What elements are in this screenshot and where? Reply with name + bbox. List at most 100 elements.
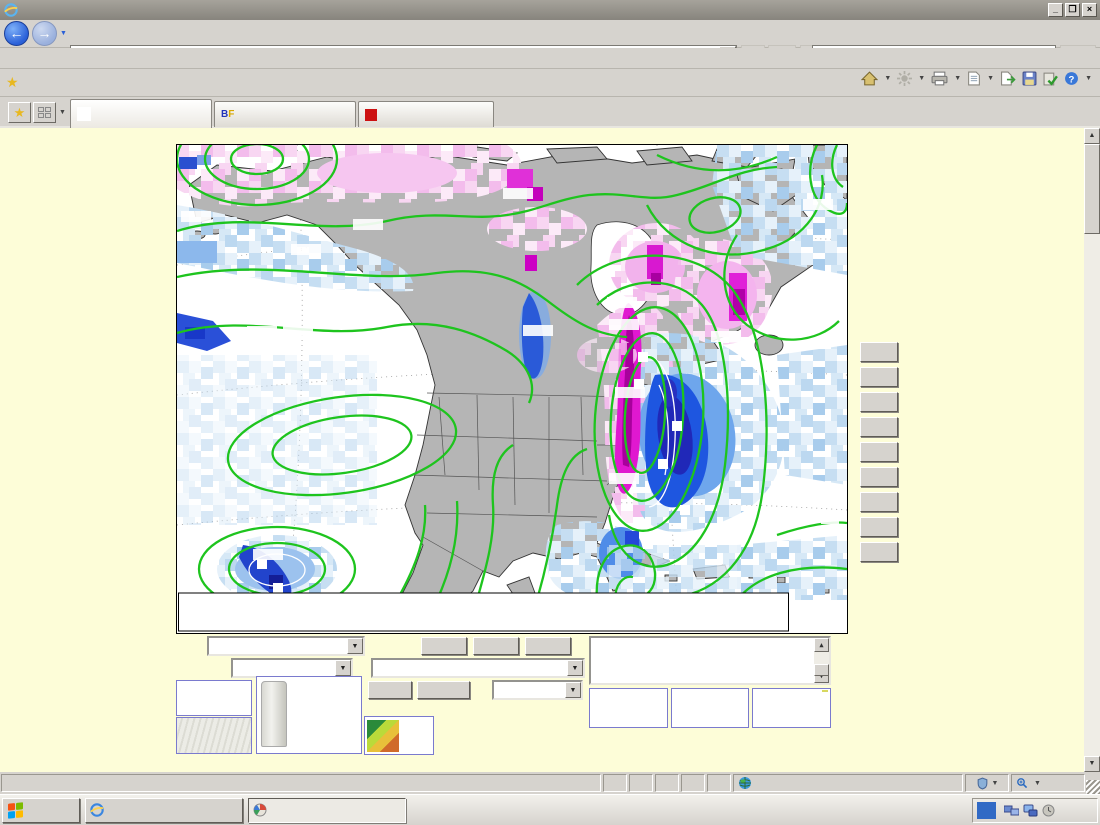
isobar-label [353, 219, 383, 230]
info-textarea[interactable]: ▲ ▼ [589, 636, 831, 685]
previewtool-link[interactable] [671, 688, 749, 728]
dropdown-arrow-icon[interactable]: ▼ [565, 682, 581, 698]
day-button-fr[interactable] [860, 442, 898, 462]
protected-mode-button[interactable]: ▼ [965, 774, 1009, 792]
termin-first-button[interactable] [525, 637, 571, 655]
isobar-label [609, 319, 639, 330]
dropdown-arrow-icon[interactable]: ▼ [335, 660, 351, 676]
day-button-di1[interactable] [860, 367, 898, 387]
day-button-di2[interactable] [860, 542, 898, 562]
isobar-label [609, 473, 639, 484]
safety-icon[interactable] [1043, 71, 1058, 86]
medienpreis-link[interactable] [256, 676, 362, 754]
tab-ks-seite12[interactable] [358, 101, 494, 127]
connection-icon[interactable] [1023, 804, 1038, 817]
save-icon[interactable] [1022, 71, 1037, 86]
tab-wetter3[interactable] [70, 99, 212, 128]
day-button-do[interactable] [860, 417, 898, 437]
day-button-so[interactable] [860, 492, 898, 512]
nav-history-dropdown[interactable]: ▼ [60, 30, 67, 37]
print-icon[interactable] [931, 71, 948, 86]
day-button-mo1[interactable] [860, 342, 898, 362]
menu-bar [0, 48, 1100, 69]
day-button-mo2[interactable] [860, 517, 898, 537]
translate-page-icon[interactable] [1000, 71, 1016, 86]
isobar-label [181, 211, 211, 222]
isobar-label [247, 326, 277, 337]
clock-tray-icon[interactable] [1042, 804, 1055, 817]
restore-button[interactable]: ❐ [1065, 3, 1080, 17]
weather-map [176, 144, 848, 634]
quick-tabs-button[interactable] [33, 102, 56, 123]
browser-window: _ ❐ × ← → ▼ e ▼ × [0, 0, 1100, 825]
scroll-thumb[interactable] [814, 664, 829, 676]
help-dropdown[interactable]: ▼ [1085, 75, 1092, 82]
tab-strip: ★ ▼ BF [0, 97, 1100, 128]
feeds-dropdown[interactable]: ▼ [918, 75, 925, 82]
resize-grip[interactable] [1086, 780, 1100, 794]
archiv-link[interactable] [364, 716, 434, 755]
precip-point-label [658, 459, 668, 469]
page-dropdown[interactable]: ▼ [987, 75, 994, 82]
quick-tabs-icon [38, 107, 51, 118]
day-button-mi[interactable] [860, 392, 898, 412]
gebiet-select[interactable]: ▼ [231, 658, 353, 678]
wetter3-home-link[interactable] [176, 680, 252, 716]
title-bar: _ ❐ × [0, 0, 1100, 20]
isobar-label [607, 297, 637, 308]
command-bar: ▼ ▼ ▼ ▼ ? ▼ [861, 71, 1092, 86]
tab-ks-aktiengesellschaft[interactable]: BF [214, 101, 356, 127]
forward-button[interactable]: → [32, 21, 57, 46]
info-scrollbar[interactable]: ▲ ▼ [814, 638, 829, 683]
ie-logo-icon [4, 3, 18, 17]
ie-task-icon [90, 803, 104, 817]
home-dropdown[interactable]: ▼ [884, 75, 891, 82]
day-button-sa[interactable] [860, 467, 898, 487]
favorites-center-button[interactable]: ★ [8, 102, 31, 123]
home-icon[interactable] [861, 71, 878, 86]
task-button-photoimpression[interactable] [248, 798, 406, 823]
network-icon[interactable] [1004, 804, 1019, 817]
archiv-thumbnail [367, 720, 399, 752]
init-select[interactable]: ▼ [207, 636, 365, 656]
stop-animation-button[interactable] [417, 681, 470, 699]
tab-favicon: BF [221, 109, 234, 120]
trajektorien-link[interactable] [752, 688, 831, 728]
dropdown-arrow-icon[interactable]: ▼ [347, 638, 363, 654]
help-icon[interactable]: ? [1064, 71, 1079, 86]
scroll-down-icon[interactable]: ▼ [1084, 756, 1100, 772]
dropdown-arrow-icon[interactable]: ▼ [567, 660, 583, 676]
trophy-image [261, 681, 287, 747]
page-scrollbar[interactable]: ▲ ▼ [1084, 128, 1100, 772]
back-button[interactable]: ← [4, 21, 29, 46]
minimize-button[interactable]: _ [1048, 3, 1063, 17]
scroll-up-icon[interactable]: ▲ [814, 638, 829, 652]
page-icon[interactable] [967, 71, 981, 86]
shield-icon [976, 777, 989, 790]
neu-badge [822, 690, 828, 692]
system-tray [972, 798, 1098, 823]
play-button[interactable] [368, 681, 412, 699]
feeds-icon[interactable] [897, 71, 912, 86]
scroll-up-icon[interactable]: ▲ [1084, 128, 1100, 144]
status-bar: ▼ ▼ [0, 772, 1100, 794]
termin-next-button[interactable] [473, 637, 519, 655]
scroll-thumb[interactable] [1084, 144, 1100, 234]
parameter-select[interactable]: ▼ [371, 658, 585, 678]
tab-list-dropdown[interactable]: ▼ [59, 109, 66, 116]
termin-prev-button[interactable] [421, 637, 467, 655]
tab-favicon [365, 109, 377, 121]
weather-map-canvas [177, 145, 847, 633]
isobar-label [821, 513, 839, 524]
tutorial-link[interactable] [589, 688, 668, 728]
print-dropdown[interactable]: ▼ [954, 75, 961, 82]
close-button[interactable]: × [1082, 3, 1097, 17]
speed-select[interactable]: ▼ [492, 680, 583, 700]
zoom-control[interactable]: ▼ [1011, 774, 1085, 792]
dwd-archiv-link[interactable] [176, 717, 252, 754]
language-indicator[interactable] [977, 802, 996, 819]
start-button[interactable] [2, 798, 80, 823]
task-button-wetter3[interactable] [85, 798, 243, 823]
isobar-label [803, 199, 833, 210]
favorites-star-icon[interactable]: ★ [6, 74, 19, 91]
